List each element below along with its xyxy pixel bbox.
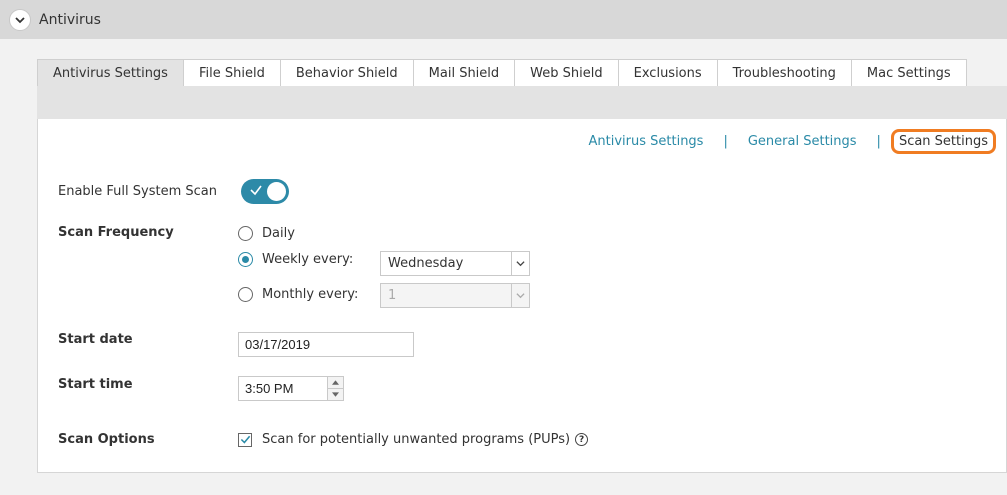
tab-file-shield[interactable]: File Shield [182, 59, 281, 86]
start-time-value[interactable]: 3:50 PM [239, 377, 327, 400]
pup-checkbox[interactable] [238, 432, 252, 447]
subnav-separator: | [876, 134, 881, 149]
chevron-down-icon [511, 252, 529, 275]
tab-troubleshooting[interactable]: Troubleshooting [716, 59, 852, 86]
enable-full-scan-label: Enable Full System Scan [58, 184, 217, 199]
tab-mail-shield[interactable]: Mail Shield [412, 59, 516, 86]
enable-full-scan-toggle[interactable] [241, 179, 289, 204]
weekly-radio-label: Weekly every: [262, 252, 354, 267]
monthly-radio[interactable] [238, 287, 253, 302]
caret-down-icon [332, 392, 339, 397]
tab-web-shield[interactable]: Web Shield [514, 59, 619, 86]
subnav-scan-settings[interactable]: Scan Settings [890, 129, 996, 154]
start-date-label: Start date [58, 332, 133, 347]
scan-settings-panel: Antivirus Settings | General Settings | … [37, 119, 1007, 473]
check-icon [250, 185, 262, 196]
start-date-input[interactable] [238, 332, 414, 357]
pup-option-row: Scan for potentially unwanted programs (… [238, 432, 589, 447]
tab-mac-settings[interactable]: Mac Settings [850, 59, 967, 86]
subnav-antivirus-settings[interactable]: Antivirus Settings [589, 134, 704, 149]
chevron-down-icon [15, 16, 25, 23]
spinner-buttons [327, 377, 343, 400]
weekly-radio[interactable] [238, 252, 253, 267]
increment-button[interactable] [328, 377, 343, 389]
monthly-day-select: 1 [380, 283, 530, 308]
scan-options-label: Scan Options [58, 432, 155, 447]
chevron-down-icon [511, 284, 529, 307]
tab-strip-background [37, 86, 1007, 119]
toggle-knob [267, 182, 286, 201]
antivirus-section-header: Antivirus [0, 0, 1007, 39]
help-icon[interactable]: ? [575, 433, 589, 446]
tab-behavior-shield[interactable]: Behavior Shield [279, 59, 414, 86]
check-icon [240, 435, 250, 444]
tab-exclusions[interactable]: Exclusions [617, 59, 718, 86]
sub-navigation: Antivirus Settings | General Settings | … [589, 129, 996, 154]
frequency-monthly-option[interactable]: Monthly every: [238, 287, 358, 302]
settings-tabs: Antivirus Settings File Shield Behavior … [37, 59, 967, 87]
decrement-button[interactable] [328, 389, 343, 400]
frequency-weekly-option[interactable]: Weekly every: [238, 252, 353, 267]
tab-antivirus-settings[interactable]: Antivirus Settings [37, 59, 184, 87]
frequency-daily-option[interactable]: Daily [238, 226, 295, 241]
subnav-general-settings[interactable]: General Settings [748, 134, 857, 149]
pup-option-label: Scan for potentially unwanted programs (… [262, 432, 571, 447]
weekly-day-select[interactable]: Wednesday [380, 251, 530, 276]
monthly-day-value: 1 [388, 288, 397, 303]
section-title: Antivirus [39, 11, 101, 28]
collapse-button[interactable] [9, 8, 31, 31]
start-time-label: Start time [58, 377, 133, 392]
scan-frequency-label: Scan Frequency [58, 225, 174, 240]
caret-up-icon [332, 380, 339, 385]
daily-radio[interactable] [238, 226, 253, 241]
subnav-separator: | [723, 134, 728, 149]
weekly-day-value: Wednesday [388, 256, 464, 271]
start-time-spinner[interactable]: 3:50 PM [238, 376, 344, 401]
monthly-radio-label: Monthly every: [262, 287, 359, 302]
daily-radio-label: Daily [262, 226, 295, 241]
